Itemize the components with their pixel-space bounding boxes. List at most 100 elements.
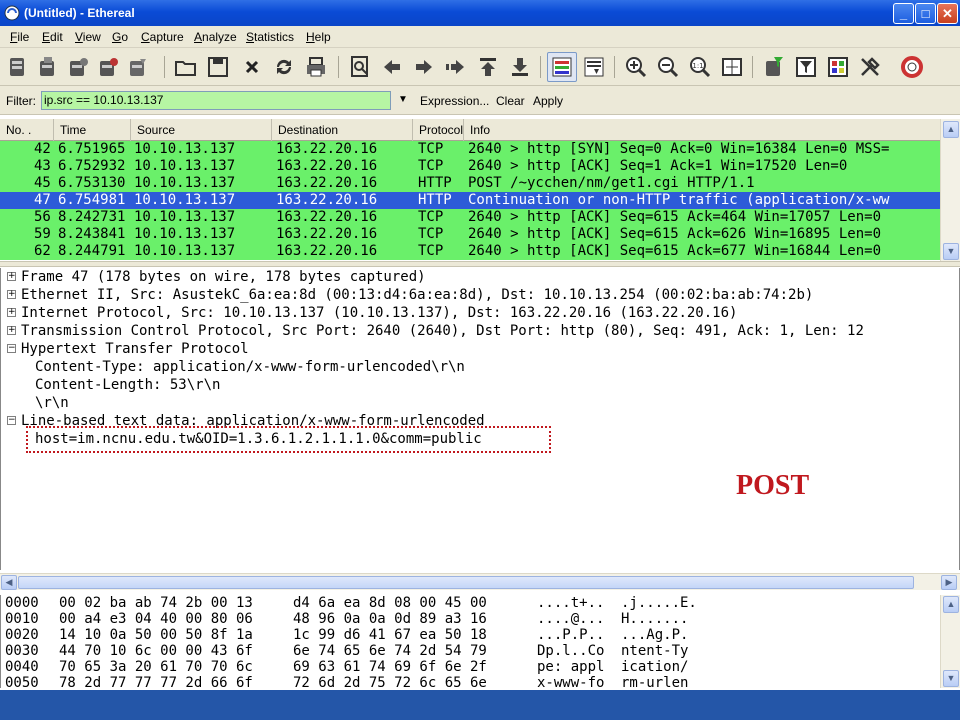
hex-row[interactable]: 0050 78 2d 77 77 77 2d 66 6f 72 6d 2d 75…	[1, 675, 688, 688]
apply-button[interactable]: Apply	[533, 94, 563, 108]
zoom-normal-icon[interactable]: 1:1	[688, 55, 712, 79]
interfaces-icon[interactable]	[6, 55, 30, 79]
colorize-icon[interactable]	[550, 55, 574, 79]
reload-icon[interactable]	[272, 55, 296, 79]
hex-row[interactable]: 0010 00 a4 e3 04 40 00 80 06 48 96 0a 0a…	[1, 611, 688, 627]
tree-node-http[interactable]: − Hypertext Transfer Protocol	[1, 340, 249, 358]
menu-analyze[interactable]: Analyze	[194, 30, 237, 44]
coloring-rules-icon[interactable]	[826, 55, 850, 79]
packet-no: 62	[34, 243, 51, 259]
column-protocol[interactable]: Protocol	[413, 119, 464, 141]
stop-capture-icon[interactable]	[96, 55, 120, 79]
filter-dropdown-arrow-icon[interactable]: ▼	[398, 94, 408, 105]
tree-leaf-crlf[interactable]: \r\n	[1, 394, 69, 412]
packet-source: 10.10.13.137	[134, 158, 236, 174]
packet-row[interactable]: 56 8.242731 10.10.13.137 163.22.20.16 TC…	[0, 209, 940, 226]
tree-node-ethernet[interactable]: + Ethernet II, Src: AsustekC_6a:ea:8d (0…	[1, 286, 813, 304]
scroll-left-icon[interactable]: ◀	[1, 575, 17, 590]
packet-time: 8.244791	[58, 243, 126, 259]
display-filters-icon[interactable]	[794, 55, 818, 79]
menu-edit[interactable]: Edit	[42, 30, 63, 44]
ethereal-app-icon[interactable]	[4, 5, 20, 21]
close-file-icon[interactable]	[240, 55, 264, 79]
pane-splitter[interactable]	[0, 261, 960, 267]
restart-capture-icon[interactable]	[126, 55, 150, 79]
go-first-icon[interactable]	[476, 55, 500, 79]
tree-node-ip[interactable]: + Internet Protocol, Src: 10.10.13.137 (…	[1, 304, 737, 322]
packet-row-selected[interactable]: 47 6.754981 10.10.13.137 163.22.20.16 HT…	[0, 192, 940, 209]
packet-row[interactable]: 45 6.753130 10.10.13.137 163.22.20.16 HT…	[0, 175, 940, 192]
hex-scrollbar[interactable]: ▲ ▼	[940, 595, 960, 688]
packet-row[interactable]: 59 8.243841 10.10.13.137 163.22.20.16 TC…	[0, 226, 940, 243]
autoscroll-icon[interactable]	[582, 55, 606, 79]
column-info[interactable]: Info	[464, 119, 940, 141]
scroll-thumb[interactable]	[18, 576, 914, 589]
column-time[interactable]: Time	[54, 119, 131, 141]
collapse-icon[interactable]: −	[7, 416, 16, 425]
packet-protocol: HTTP	[418, 192, 452, 208]
tree-leaf-content-type[interactable]: Content-Type: application/x-www-form-url…	[1, 358, 465, 376]
close-button[interactable]: ✕	[937, 3, 958, 24]
resize-columns-icon[interactable]	[720, 55, 744, 79]
capture-options-icon[interactable]	[36, 55, 60, 79]
clear-button[interactable]: Clear	[496, 94, 525, 108]
packet-time: 6.753130	[58, 175, 126, 191]
filter-bar: Filter: ip.src == 10.10.13.137 ▼ Express…	[0, 86, 960, 115]
save-file-icon[interactable]	[206, 55, 230, 79]
toolbar-separator	[752, 56, 753, 78]
hex-row[interactable]: 0040 70 65 3a 20 61 70 70 6c 69 63 61 74…	[1, 659, 688, 675]
packet-row[interactable]: 43 6.752932 10.10.13.137 163.22.20.16 TC…	[0, 158, 940, 175]
filter-input[interactable]: ip.src == 10.10.13.137	[41, 91, 391, 110]
go-to-packet-icon[interactable]	[444, 55, 468, 79]
expression-button[interactable]: Expression...	[420, 94, 489, 108]
scroll-down-icon[interactable]: ▼	[943, 670, 959, 687]
column-no[interactable]: No. .	[0, 119, 54, 141]
tree-node-tcp[interactable]: + Transmission Control Protocol, Src Por…	[1, 322, 864, 340]
svg-text:1:1: 1:1	[692, 62, 703, 70]
zoom-in-icon[interactable]	[624, 55, 648, 79]
menu-help[interactable]: Help	[306, 30, 331, 44]
zoom-out-icon[interactable]	[656, 55, 680, 79]
menu-view[interactable]: View	[75, 30, 101, 44]
capture-filters-icon[interactable]	[762, 55, 786, 79]
go-forward-icon[interactable]	[412, 55, 436, 79]
preferences-icon[interactable]	[858, 55, 882, 79]
start-capture-icon[interactable]	[66, 55, 90, 79]
packet-row[interactable]: 62 8.244791 10.10.13.137 163.22.20.16 TC…	[0, 243, 940, 260]
go-back-icon[interactable]	[380, 55, 404, 79]
packet-list: 42 6.751965 10.10.13.137 163.22.20.16 TC…	[0, 141, 940, 261]
hex-row[interactable]: 0020 14 10 0a 50 00 50 8f 1a 1c 99 d6 41…	[1, 627, 688, 643]
scroll-up-icon[interactable]: ▲	[943, 596, 959, 613]
menu-go[interactable]: Go	[112, 30, 128, 44]
packet-row[interactable]: 42 6.751965 10.10.13.137 163.22.20.16 TC…	[0, 141, 940, 158]
hex-row[interactable]: 0000 00 02 ba ab 74 2b 00 13 d4 6a ea 8d…	[1, 595, 697, 611]
main-toolbar: 1:1	[0, 48, 960, 86]
tree-leaf-content-length[interactable]: Content-Length: 53\r\n	[1, 376, 220, 394]
minimize-button[interactable]: _	[893, 3, 914, 24]
expand-icon[interactable]: +	[7, 290, 16, 299]
menu-capture[interactable]: Capture	[141, 30, 184, 44]
expand-icon[interactable]: +	[7, 308, 16, 317]
scroll-right-icon[interactable]: ▶	[941, 575, 957, 590]
menu-statistics[interactable]: Statistics	[246, 30, 294, 44]
column-source[interactable]: Source	[131, 119, 272, 141]
print-icon[interactable]	[304, 55, 328, 79]
collapse-icon[interactable]: −	[7, 344, 16, 353]
packet-no: 47	[34, 192, 51, 208]
tree-node-frame[interactable]: + Frame 47 (178 bytes on wire, 178 bytes…	[1, 268, 426, 286]
open-file-icon[interactable]	[174, 55, 198, 79]
scroll-down-icon[interactable]: ▼	[943, 243, 959, 260]
packet-list-scrollbar[interactable]: ▲ ▼	[940, 119, 960, 261]
go-last-icon[interactable]	[508, 55, 532, 79]
scroll-up-icon[interactable]: ▲	[943, 121, 959, 138]
column-destination[interactable]: Destination	[272, 119, 413, 141]
expand-icon[interactable]: +	[7, 272, 16, 281]
expand-icon[interactable]: +	[7, 326, 16, 335]
maximize-button[interactable]: □	[915, 3, 936, 24]
hex-row[interactable]: 0030 44 70 10 6c 00 00 43 6f 6e 74 65 6e…	[1, 643, 688, 659]
menu-file[interactable]: File	[10, 30, 29, 44]
find-packet-icon[interactable]	[348, 55, 372, 79]
help-icon[interactable]	[900, 55, 924, 79]
packet-no: 45	[34, 175, 51, 191]
details-horizontal-scrollbar[interactable]: ◀ ▶	[0, 573, 960, 590]
